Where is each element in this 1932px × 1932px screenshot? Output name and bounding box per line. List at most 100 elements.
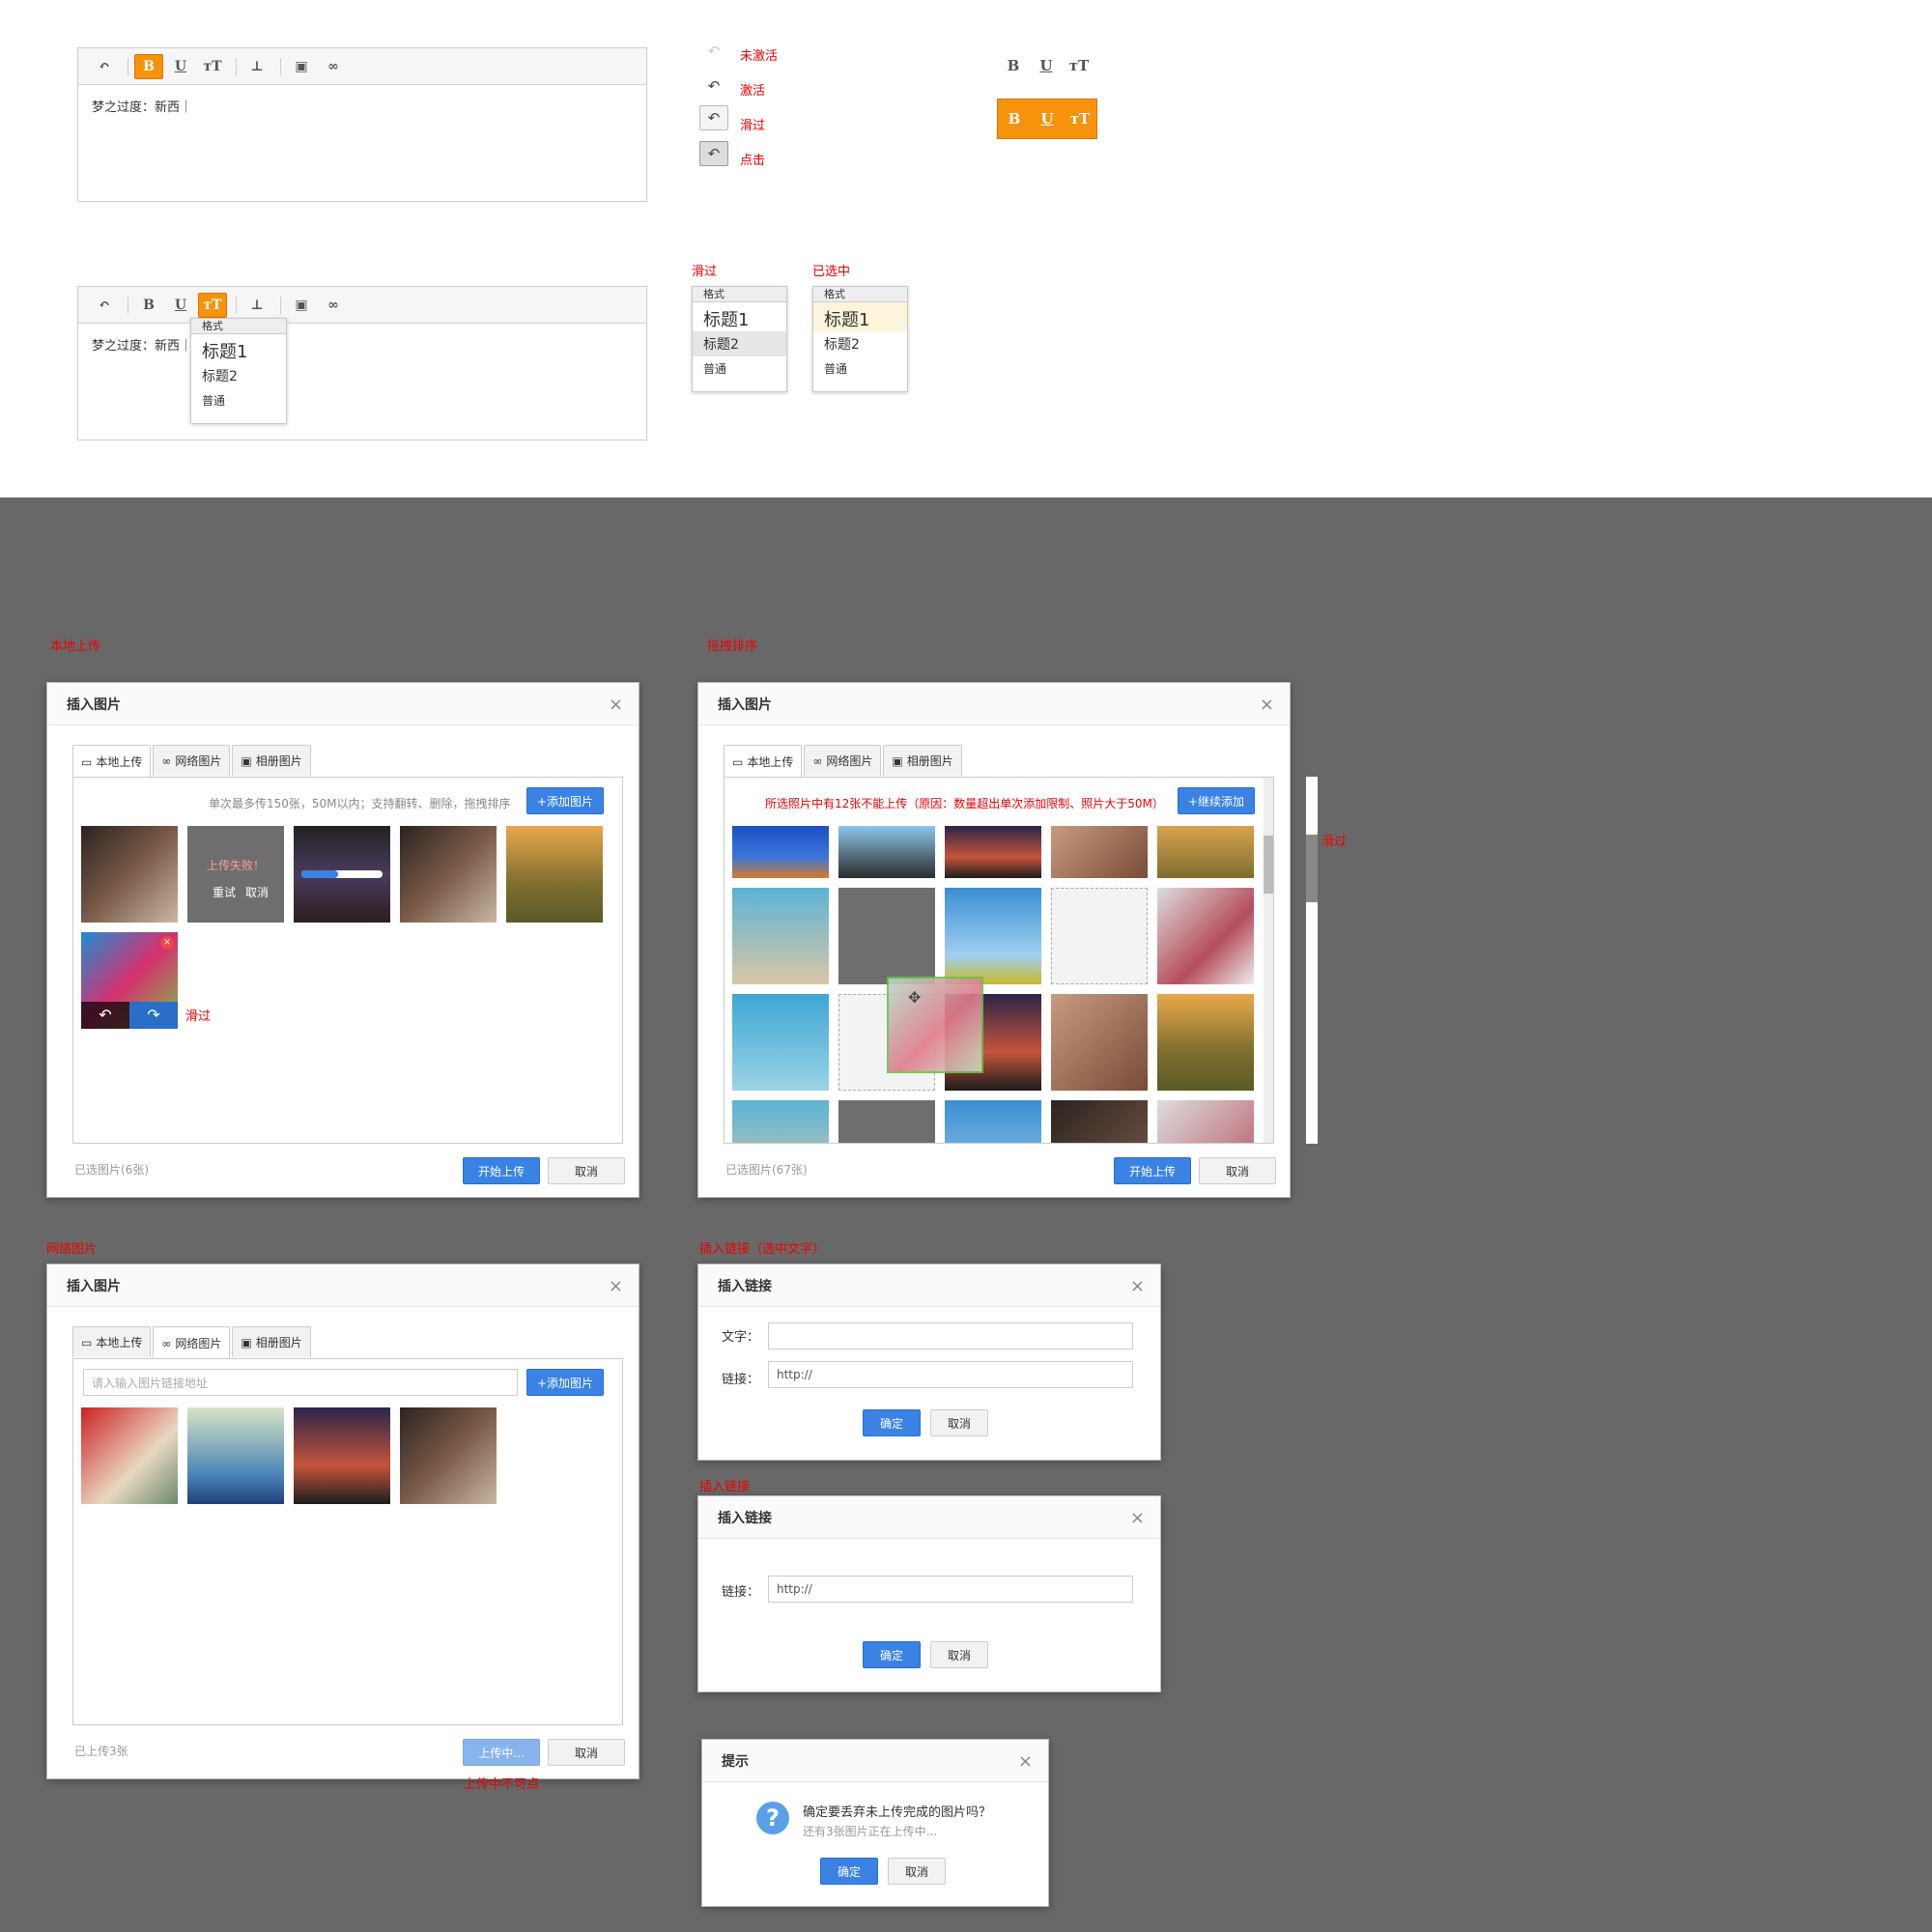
option-normal[interactable]: 普通: [693, 356, 786, 380]
thumb[interactable]: [400, 1407, 497, 1504]
link-icon[interactable]: ∞: [319, 293, 348, 318]
start-upload-button[interactable]: 开始上传: [1114, 1157, 1191, 1184]
cancel-link[interactable]: 取消: [245, 884, 269, 900]
cancel-button[interactable]: 取消: [888, 1858, 946, 1885]
thumb-1[interactable]: [81, 826, 178, 923]
close-icon[interactable]: ×: [609, 695, 623, 715]
thumb[interactable]: [945, 888, 1041, 984]
selected-count: 已选图片(6张): [74, 1163, 149, 1177]
option-h2[interactable]: 标题2: [693, 331, 786, 356]
image-icon[interactable]: ▣: [287, 293, 316, 318]
tab-local[interactable]: ▭ 本地上传: [72, 745, 152, 778]
thumb-5[interactable]: [506, 826, 603, 923]
option-normal[interactable]: 普通: [191, 388, 286, 412]
tab-local[interactable]: ▭ 本地上传: [72, 1326, 152, 1357]
add-more-button[interactable]: +继续添加: [1178, 787, 1255, 814]
thumb[interactable]: [1051, 1100, 1148, 1143]
scrollbar[interactable]: [1264, 778, 1273, 1143]
url-input[interactable]: 请入输入图片链接地址: [83, 1369, 518, 1396]
option-h2[interactable]: 标题2: [191, 363, 286, 388]
thumb[interactable]: [732, 888, 829, 984]
close-icon[interactable]: ×: [1130, 1508, 1145, 1528]
undo-icon[interactable]: ↶: [90, 293, 119, 318]
thumb-hover[interactable]: × ↶ ↷: [81, 932, 178, 1029]
thumb[interactable]: [732, 826, 829, 878]
thumb[interactable]: [945, 1100, 1041, 1143]
ok-button[interactable]: 确定: [863, 1641, 921, 1668]
clear-format-icon[interactable]: ⊥: [242, 54, 271, 79]
add-image-button[interactable]: +添加图片: [526, 1369, 604, 1396]
option-h1[interactable]: 标题1: [693, 302, 786, 331]
cancel-button[interactable]: 取消: [930, 1641, 988, 1668]
link-icon[interactable]: ∞: [319, 54, 348, 79]
thumb-failed[interactable]: 上传失败！ 重试 取消: [187, 826, 284, 923]
close-icon[interactable]: ×: [1130, 1276, 1145, 1296]
link-input[interactable]: http://: [768, 1361, 1133, 1388]
add-image-button[interactable]: +添加图片: [526, 787, 604, 814]
thumb[interactable]: [1157, 994, 1254, 1091]
tab-album[interactable]: ▣ 相册图片: [232, 745, 311, 776]
tab-album[interactable]: ▣ 相册图片: [883, 745, 962, 776]
thumb[interactable]: [1051, 826, 1148, 878]
question-icon: ?: [756, 1802, 789, 1834]
close-icon[interactable]: ×: [609, 1276, 623, 1296]
format-button[interactable]: ᴛT: [198, 292, 227, 318]
option-normal[interactable]: 普通: [813, 356, 907, 380]
tab-net[interactable]: ∞ 网络图片: [804, 745, 882, 776]
editor-content[interactable]: 梦之过度：新西｜: [78, 85, 646, 127]
thumb[interactable]: [1157, 888, 1254, 984]
rotate-left-icon[interactable]: ↶: [81, 1002, 129, 1029]
bold-button[interactable]: B: [134, 293, 163, 318]
tab-net[interactable]: ∞ 网络图片: [153, 745, 231, 776]
thumb[interactable]: [81, 1407, 178, 1504]
cancel-button[interactable]: 取消: [548, 1157, 625, 1184]
start-upload-button[interactable]: 开始上传: [463, 1157, 540, 1184]
ok-button[interactable]: 确定: [863, 1409, 921, 1436]
text-input[interactable]: [768, 1322, 1133, 1350]
underline-icon-active: U: [1040, 110, 1054, 128]
cancel-button[interactable]: 取消: [930, 1409, 988, 1436]
undo-icon[interactable]: ↶: [90, 54, 119, 79]
insert-image-dialog-net: 插入图片 × ▭ 本地上传 ∞ 网络图片 ▣ 相册图片 请入输入图片链接地址 +添加图…: [46, 1264, 639, 1779]
cancel-button[interactable]: 取消: [1199, 1157, 1276, 1184]
tab-album[interactable]: ▣ 相册图片: [232, 1326, 311, 1357]
delete-icon[interactable]: ×: [160, 936, 174, 950]
bold-button[interactable]: B: [134, 53, 163, 79]
tab-local[interactable]: ▭ 本地上传: [724, 745, 803, 778]
dragging-thumb[interactable]: ✥: [887, 977, 983, 1073]
option-h1[interactable]: 标题1: [813, 302, 907, 331]
dd-selected-label: 已选中: [812, 265, 851, 279]
retry-link[interactable]: 重试: [213, 884, 236, 900]
uploading-button: 上传中...: [463, 1739, 540, 1766]
undo-inactive-icon: ↶: [707, 43, 721, 60]
link-input[interactable]: http://: [768, 1576, 1133, 1603]
option-h2[interactable]: 标题2: [813, 331, 907, 356]
thumb[interactable]: [732, 994, 829, 1091]
tab-net[interactable]: ∞ 网络图片: [153, 1326, 231, 1359]
cancel-button[interactable]: 取消: [548, 1739, 625, 1766]
rotate-right-icon[interactable]: ↷: [129, 1002, 178, 1029]
thumb[interactable]: [1157, 1100, 1254, 1143]
thumb-4[interactable]: [400, 826, 497, 923]
thumb[interactable]: [838, 826, 935, 878]
close-icon[interactable]: ×: [1260, 695, 1274, 715]
underline-button[interactable]: U: [166, 54, 195, 79]
thumb[interactable]: [1157, 826, 1254, 878]
thumb[interactable]: [945, 826, 1041, 878]
image-icon: ▣: [241, 753, 252, 768]
underline-button[interactable]: U: [166, 293, 195, 318]
thumb[interactable]: [732, 1100, 829, 1143]
ok-button[interactable]: 确定: [820, 1858, 878, 1885]
option-h1[interactable]: 标题1: [191, 334, 286, 363]
thumb[interactable]: [1051, 994, 1148, 1091]
thumb[interactable]: [294, 1407, 390, 1504]
format-button[interactable]: ᴛT: [198, 54, 227, 79]
scrollbar-thumb[interactable]: [1264, 836, 1273, 894]
close-icon[interactable]: ×: [1018, 1751, 1033, 1772]
section-link-label: 插入链接: [699, 1480, 751, 1494]
editor-content[interactable]: 梦之过度：新西｜: [78, 324, 646, 365]
thumb-uploading[interactable]: [294, 826, 390, 923]
clear-format-icon[interactable]: ⊥: [242, 293, 271, 318]
thumb[interactable]: [187, 1407, 284, 1504]
image-icon[interactable]: ▣: [287, 54, 316, 79]
